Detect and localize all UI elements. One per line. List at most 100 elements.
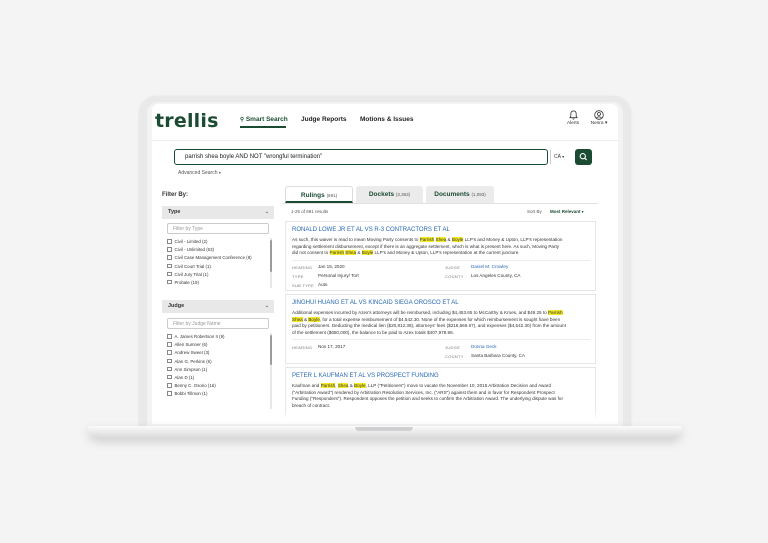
result-card: JINGHUI HUANG ET AL VS KINCAID SIEGA ORO…: [285, 294, 596, 364]
judge-facet-header[interactable]: Judge ⌄: [162, 300, 274, 313]
subtype-label: SUB TYPE: [292, 283, 315, 288]
judge-link[interactable]: Donna Geck: [471, 344, 497, 349]
judge-list-scroll-thumb[interactable]: [270, 335, 272, 365]
tab-dockets-label: Dockets: [368, 191, 395, 198]
highlighted-term: Shea: [337, 383, 349, 388]
judge-filter-option[interactable]: Ann Simpson (1): [167, 366, 267, 374]
snippet-line: did not consent to Parrish Shea & Boyle …: [292, 250, 592, 257]
top-navigation-bar: trellis ⚲ Smart Search Judge Reports Mot…: [152, 104, 618, 140]
judge-link[interactable]: Daniel M. Crowley: [471, 264, 508, 269]
search-icon: ⚲: [240, 117, 245, 123]
checkbox[interactable]: [167, 342, 172, 347]
highlighted-term: Parrish: [419, 237, 435, 242]
search-button[interactable]: [575, 149, 592, 165]
chevron-down-icon: ⌄: [264, 209, 269, 215]
case-type-value: Personal Injury/ Tort: [318, 273, 359, 278]
checkbox[interactable]: [167, 239, 172, 244]
checkbox[interactable]: [167, 383, 172, 388]
result-divider: [292, 339, 590, 340]
judge-list-scrollbar[interactable]: [270, 333, 272, 409]
snippet-text: did not consent to: [292, 250, 330, 255]
snippet-text: Kaufman and: [292, 383, 321, 388]
type-filter-option[interactable]: Civil - Unlimited (63): [167, 246, 267, 254]
snippet-text: breach of contract.: [292, 402, 331, 408]
sort-dropdown-value: Most Relevant: [550, 209, 581, 214]
checkbox[interactable]: [167, 366, 172, 372]
type-filter-option[interactable]: Civil Court Trial (1): [167, 263, 267, 271]
judge-filter-option-label: Alan D (1): [174, 374, 195, 380]
checkbox[interactable]: [167, 358, 172, 364]
checkbox[interactable]: [167, 271, 172, 277]
state-select[interactable]: CA ▾: [550, 150, 574, 164]
user-menu-button[interactable]: Nesra ▾: [590, 110, 608, 126]
highlighted-term: Boyle: [361, 250, 374, 255]
snippet-text: LLP's and Money & Upton, LLP's represent…: [463, 237, 563, 242]
result-title-link[interactable]: JINGHUI HUANG ET AL VS KINCAID SIEGA ORO…: [292, 300, 459, 306]
checkbox[interactable]: [167, 350, 172, 355]
advanced-search-toggle[interactable]: Advanced Search ▾: [178, 170, 221, 176]
judge-filter-option[interactable]: Alan D (1): [167, 374, 267, 382]
judge-filter-option[interactable]: Alan G. Perkins (6): [167, 358, 267, 366]
header-divider: [152, 140, 618, 141]
search-input[interactable]: parrish shea boyle AND NOT "wrongful ter…: [174, 149, 548, 165]
subtype-value: Auto: [318, 282, 328, 287]
checkbox[interactable]: [167, 374, 172, 380]
type-filter-option[interactable]: Civil Case Management Conference (8): [167, 254, 267, 262]
snippet-text: paid by petitioners. Deducting the medic…: [292, 323, 566, 328]
judge-filter-option-label: Alan G. Perkins (6): [174, 358, 212, 364]
result-title-link[interactable]: RONALD LOWE JR ET AL VS R-3 CONTRACTORS …: [292, 227, 450, 233]
judge-filter-input[interactable]: Filter by Judge Name: [167, 318, 269, 329]
type-filter-option[interactable]: Civil - Limited (2): [167, 238, 267, 246]
highlighted-term: Parrish: [320, 383, 336, 388]
checkbox[interactable]: [167, 279, 172, 285]
state-select-value: CA: [554, 154, 561, 160]
checkbox[interactable]: [167, 255, 172, 260]
highlighted-term: Boyle: [451, 237, 464, 242]
checkbox[interactable]: [167, 334, 172, 339]
snippet-text: , LLP ("Petitioners") move to vacate the…: [365, 383, 552, 388]
judge-label: JUDGE: [445, 345, 461, 350]
highlighted-term: Parrish: [547, 310, 563, 315]
county-label: COUNTY: [445, 274, 464, 279]
result-title-link[interactable]: PETER L KAUFMAN ET AL VS PROSPECT FUNDIN…: [292, 373, 439, 379]
judge-filter-option[interactable]: Benny C. Osorio (16): [167, 382, 267, 390]
bell-icon: [568, 110, 578, 120]
type-filter-input[interactable]: Filter by Type: [167, 223, 269, 234]
checkbox[interactable]: [167, 263, 172, 269]
judge-filter-option[interactable]: Bobbi Tillmon (1): [167, 390, 267, 398]
tab-documents-label: Documents: [434, 191, 470, 198]
checkbox[interactable]: [167, 391, 172, 396]
type-facet-label: Type: [168, 209, 181, 215]
tab-documents[interactable]: Documents (1,093): [426, 186, 494, 203]
trellis-logo[interactable]: trellis: [155, 110, 219, 132]
type-filter-option-label: Civil Jury Trial (1): [174, 271, 209, 277]
snippet-text: Additional expenses incurred by Azex's a…: [292, 310, 548, 315]
sort-dropdown[interactable]: Most Relevant ▾: [550, 209, 584, 214]
type-filter-option[interactable]: Civil Jury Trial (1): [167, 271, 267, 279]
nav-motions-issues[interactable]: Motions & Issues: [360, 116, 413, 123]
tab-rulings[interactable]: Rulings (691): [285, 186, 353, 203]
type-label: TYPE: [292, 274, 304, 279]
judge-filter-option[interactable]: Andrew Sweet (3): [167, 349, 267, 357]
county-value: Santa Barbara County, CA: [471, 353, 526, 358]
nav-smart-search-label: Smart Search: [245, 116, 288, 123]
type-filter-option[interactable]: Probate (19): [167, 279, 267, 287]
results-count: 1-25 of 691 results: [291, 209, 329, 214]
type-list-scroll-thumb[interactable]: [270, 240, 272, 272]
nav-judge-reports[interactable]: Judge Reports: [301, 116, 347, 123]
judge-filter-option[interactable]: A. James Robertson II (9): [167, 333, 267, 341]
type-list-scrollbar[interactable]: [270, 238, 272, 288]
checkbox[interactable]: [167, 247, 172, 252]
tab-dockets[interactable]: Dockets (3,363): [356, 186, 423, 203]
county-value: Los Angeles County, CA: [471, 273, 521, 278]
chevron-down-icon: ▾: [562, 154, 565, 159]
type-filter-option-label: Civil - Unlimited (63): [174, 247, 215, 253]
type-facet-header[interactable]: Type ⌄: [162, 206, 274, 219]
hearing-label: HEARING: [292, 265, 313, 270]
judge-filter-option[interactable]: Allen Sumner (6): [167, 341, 267, 349]
tab-dockets-count: (3,363): [395, 192, 411, 197]
tab-documents-count: (1,093): [471, 192, 486, 197]
laptop-notch: [355, 427, 413, 431]
nav-smart-search[interactable]: ⚲ Smart Search: [240, 116, 288, 123]
alerts-button[interactable]: Alerts: [564, 110, 582, 126]
